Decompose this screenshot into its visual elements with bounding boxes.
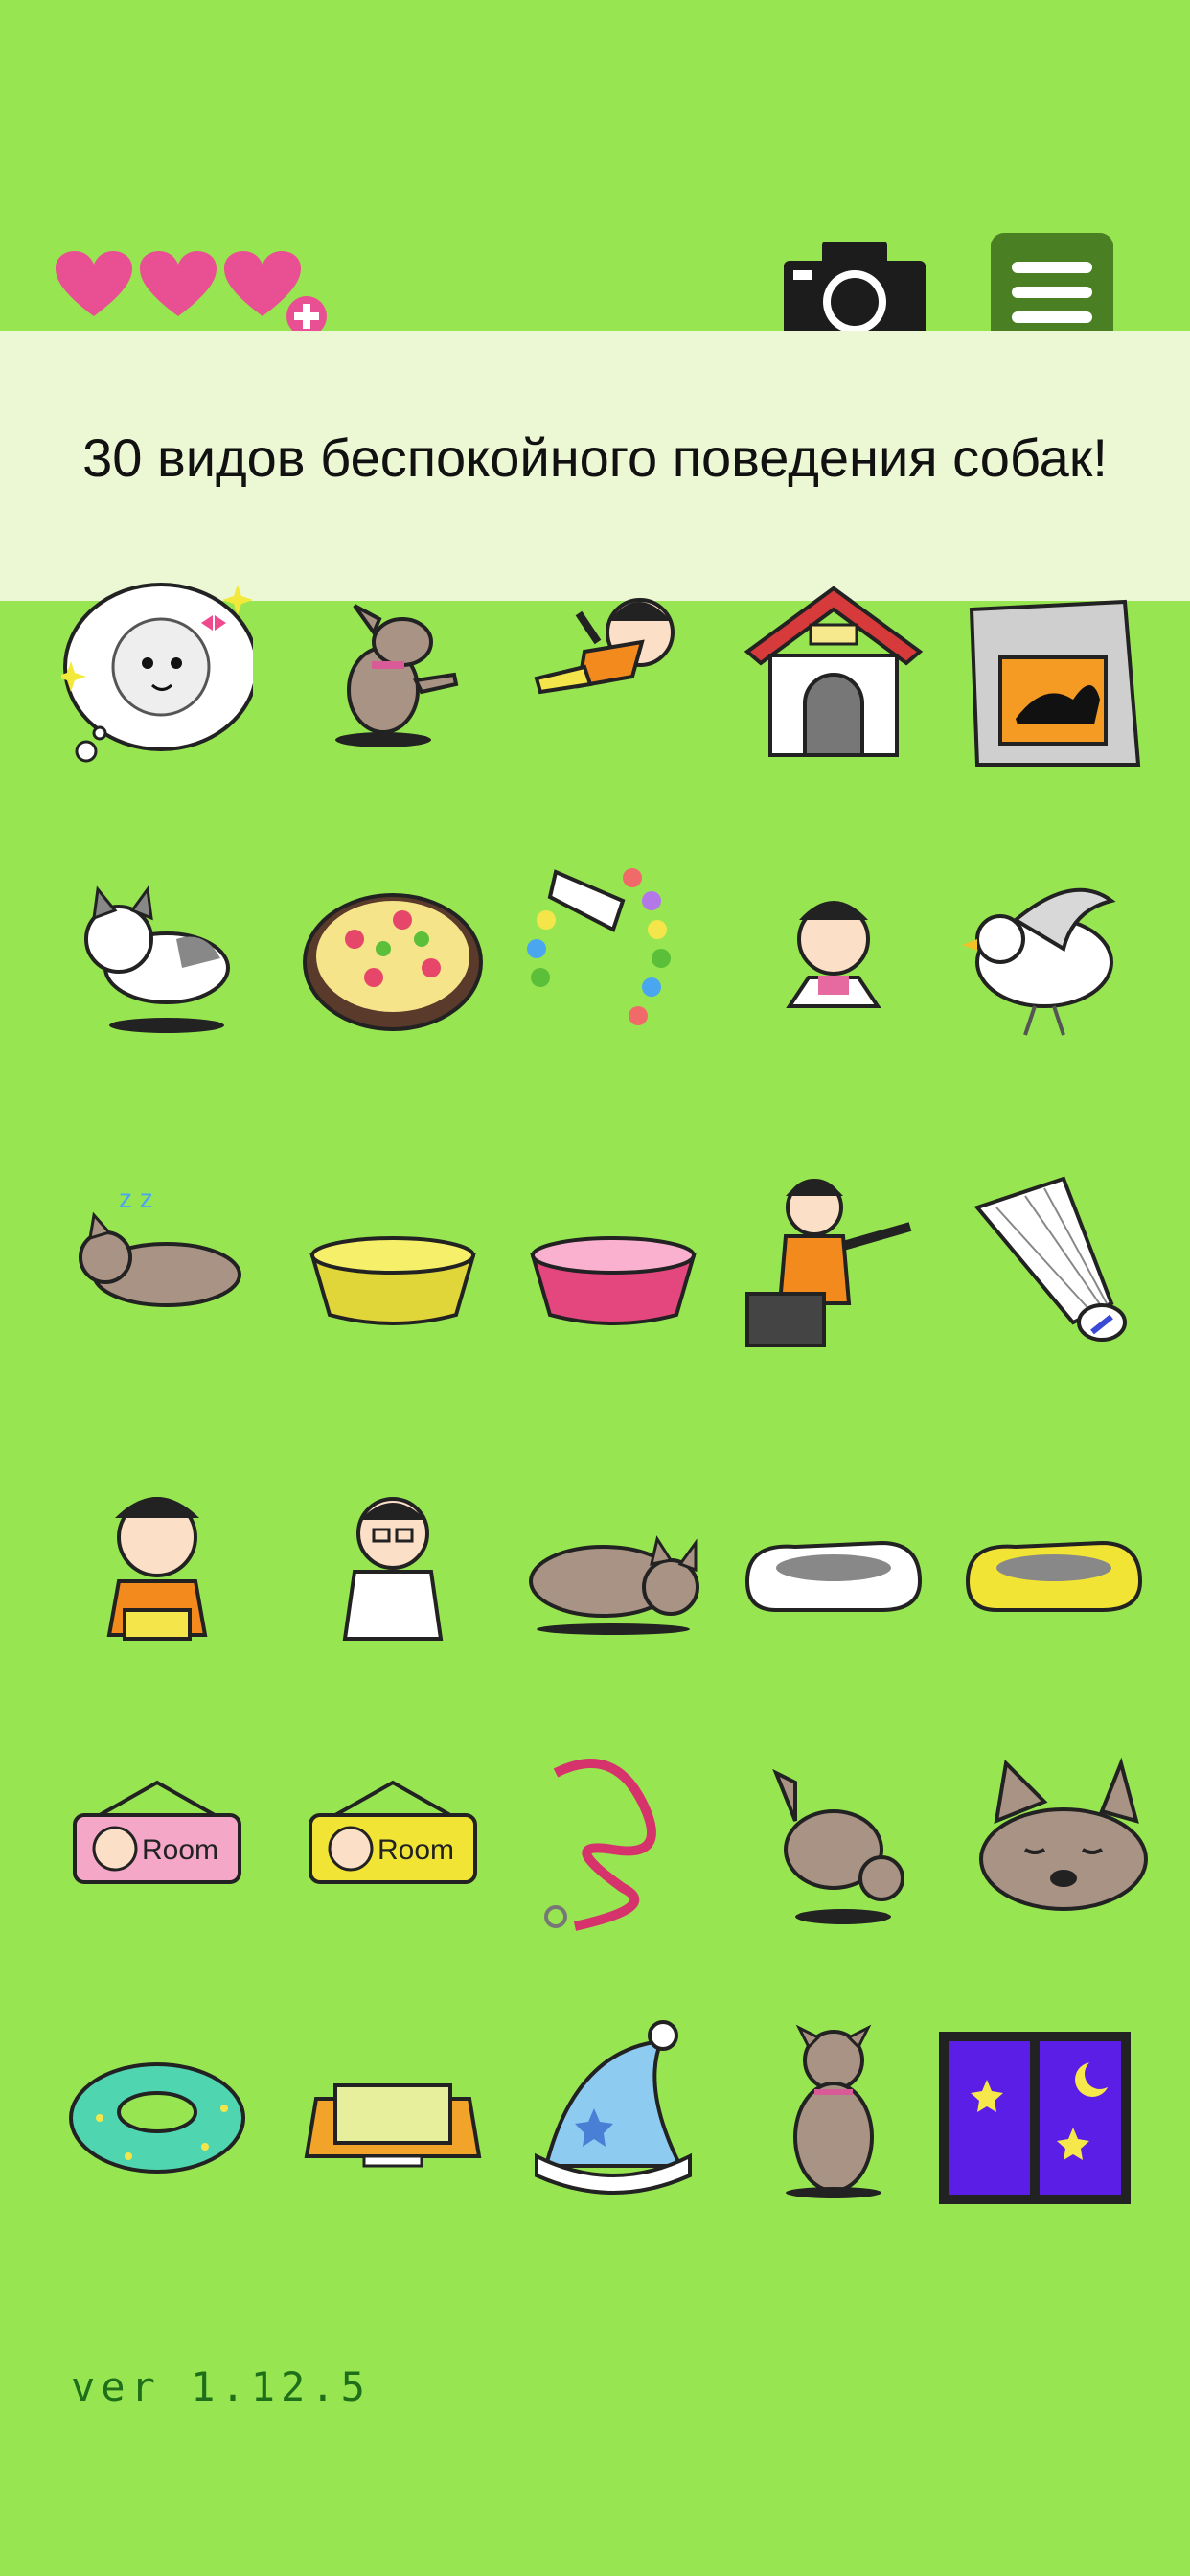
lives-indicator[interactable] [56, 251, 343, 337]
yellow-bowl-icon[interactable] [297, 1169, 489, 1361]
camera-icon [784, 242, 926, 343]
dog-sleeping-zzz-icon[interactable]: z z [61, 1169, 253, 1361]
svg-text:z z: z z [119, 1184, 153, 1213]
yellow-room-sign-icon[interactable]: Room [297, 1744, 489, 1936]
dog-face-resting-icon[interactable] [958, 1744, 1150, 1936]
item-grid: z z Room Room [0, 575, 1190, 2242]
child-peek-icon[interactable] [738, 862, 929, 1054]
girl-flying-icon[interactable] [517, 575, 709, 767]
dog-house-icon[interactable] [738, 575, 929, 767]
night-window-icon[interactable] [939, 2032, 1131, 2223]
pet-bed-icon[interactable] [297, 2012, 489, 2204]
shuttlecock-icon[interactable] [958, 1169, 1150, 1361]
top-bar [0, 0, 1190, 355]
white-sneaker-icon[interactable] [738, 1476, 929, 1668]
camera-button[interactable] [784, 242, 926, 343]
heart-icon [140, 251, 217, 318]
balloon-number-icon[interactable] [517, 862, 709, 1054]
svg-text:Room: Room [142, 1834, 218, 1866]
nightcap-icon[interactable] [517, 2012, 709, 2204]
version-label: ver 1.12.5 [71, 2363, 371, 2410]
banner-title: 30 видов беспокойного поведения собак! [82, 427, 1108, 488]
heart-icon [56, 251, 132, 318]
girl-pointing-box-icon[interactable] [738, 1169, 929, 1361]
dog-sitting-icon[interactable] [738, 2012, 929, 2204]
svg-text:Room: Room [378, 1834, 454, 1866]
dog-food-bag-icon[interactable] [958, 575, 1150, 767]
dove-icon[interactable] [958, 862, 1150, 1054]
title-banner: 30 видов беспокойного поведения собак! [0, 331, 1190, 601]
pink-bowl-icon[interactable] [517, 1169, 709, 1361]
yellow-sneaker-icon[interactable] [958, 1476, 1150, 1668]
dog-digging-icon[interactable] [738, 1744, 929, 1936]
man-sitting-icon[interactable] [297, 1476, 489, 1668]
pink-room-sign-icon[interactable]: Room [61, 1744, 253, 1936]
dog-begging-icon[interactable] [297, 575, 489, 767]
swim-ring-icon[interactable] [61, 2012, 253, 2204]
leash-icon[interactable] [517, 1744, 709, 1936]
girl-sitting-icon[interactable] [61, 1476, 253, 1668]
dog-dream-thought-icon[interactable] [61, 575, 253, 767]
cat-icon[interactable] [61, 862, 253, 1054]
pizza-icon[interactable] [297, 862, 489, 1054]
dog-lying-icon[interactable] [517, 1476, 709, 1668]
